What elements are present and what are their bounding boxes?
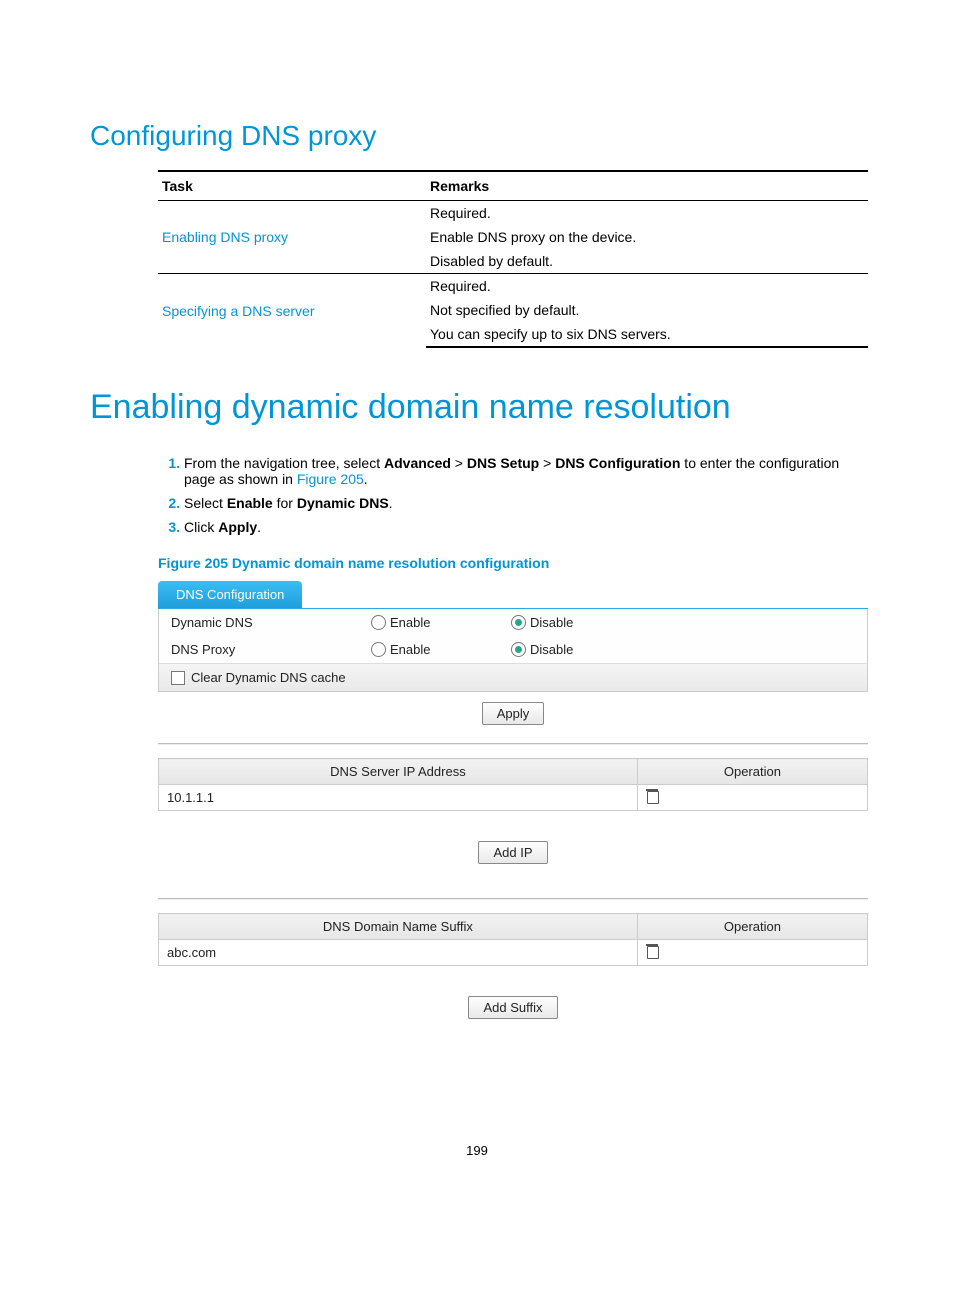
- remark-text: Required.: [426, 274, 868, 299]
- radio-dynamic-dns-disable[interactable]: Disable: [511, 615, 651, 630]
- tab-bar: DNS Configuration: [158, 581, 868, 609]
- remark-text: Disabled by default.: [426, 249, 868, 274]
- trash-icon[interactable]: [646, 944, 658, 958]
- dns-server-table: DNS Server IP Address Operation 10.1.1.1: [158, 758, 868, 811]
- dns-suffix-table: DNS Domain Name Suffix Operation abc.com: [158, 913, 868, 966]
- link-specifying-dns-server[interactable]: Specifying a DNS server: [162, 303, 315, 319]
- th-operation: Operation: [637, 914, 867, 940]
- link-figure-205[interactable]: Figure 205: [297, 471, 364, 487]
- section-heading-dynamic-resolution: Enabling dynamic domain name resolution: [90, 388, 864, 427]
- section-heading-dns-proxy: Configuring DNS proxy: [90, 120, 864, 152]
- checkbox-clear-cache[interactable]: Clear Dynamic DNS cache: [159, 663, 867, 691]
- cell-suffix: abc.com: [159, 940, 638, 966]
- page-number: 199: [90, 1143, 864, 1158]
- label-dynamic-dns: Dynamic DNS: [171, 615, 371, 630]
- steps-list: From the navigation tree, select Advance…: [158, 451, 864, 539]
- th-suffix: DNS Domain Name Suffix: [159, 914, 638, 940]
- remark-text: Enable DNS proxy on the device.: [426, 225, 868, 249]
- th-server-ip: DNS Server IP Address: [159, 759, 638, 785]
- figure-caption: Figure 205 Dynamic domain name resolutio…: [158, 555, 864, 571]
- trash-icon[interactable]: [646, 789, 658, 803]
- remark-text: Not specified by default.: [426, 298, 868, 322]
- apply-button[interactable]: Apply: [482, 702, 545, 725]
- dns-proxy-task-table: Task Remarks Enabling DNS proxy Required…: [158, 170, 868, 348]
- table-row: abc.com: [159, 940, 868, 966]
- remark-text: Required.: [426, 201, 868, 226]
- step-2: Select Enable for Dynamic DNS.: [184, 491, 864, 515]
- step-3: Click Apply.: [184, 515, 864, 539]
- radio-dynamic-dns-enable[interactable]: Enable: [371, 615, 511, 630]
- tab-dns-configuration[interactable]: DNS Configuration: [158, 581, 302, 608]
- add-suffix-button[interactable]: Add Suffix: [468, 996, 557, 1019]
- remark-text: You can specify up to six DNS servers.: [426, 322, 868, 347]
- link-enabling-dns-proxy[interactable]: Enabling DNS proxy: [162, 229, 288, 245]
- table-header-remarks: Remarks: [426, 171, 868, 201]
- table-header-task: Task: [158, 171, 426, 201]
- add-ip-button[interactable]: Add IP: [478, 841, 547, 864]
- checkbox-icon: [171, 671, 185, 685]
- radio-dns-proxy-enable[interactable]: Enable: [371, 642, 511, 657]
- th-operation: Operation: [637, 759, 867, 785]
- table-row: 10.1.1.1: [159, 785, 868, 811]
- dns-config-panel: DNS Configuration Dynamic DNS Enable Dis…: [158, 581, 868, 1033]
- radio-dns-proxy-disable[interactable]: Disable: [511, 642, 651, 657]
- cell-server-ip: 10.1.1.1: [159, 785, 638, 811]
- step-1: From the navigation tree, select Advance…: [184, 451, 864, 491]
- label-dns-proxy: DNS Proxy: [171, 642, 371, 657]
